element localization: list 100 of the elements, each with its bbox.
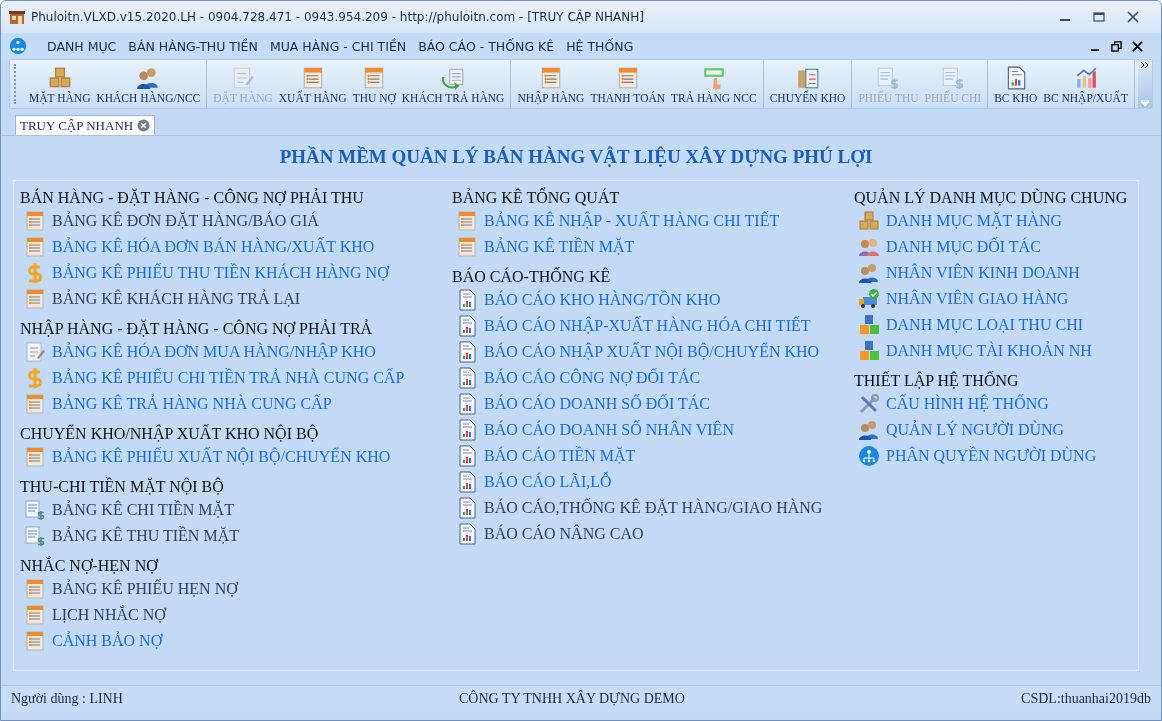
boxes-icon <box>858 210 880 232</box>
maximize-icon[interactable] <box>1093 11 1105 23</box>
quick-link[interactable]: BẢNG KÊ NHẬP - XUẤT HÀNG CHI TIẾT <box>450 210 852 232</box>
users-icon <box>858 262 880 284</box>
report-chart-icon <box>456 471 478 493</box>
form-icon <box>24 236 46 258</box>
quick-link[interactable]: BẢNG KÊ TRẢ HÀNG NHÀ CUNG CẤP <box>18 393 450 415</box>
report-chart-icon <box>456 393 478 415</box>
section-title: BÁN HÀNG - ĐẶT HÀNG - CÔNG NỢ PHẢI THU <box>19 187 365 207</box>
section-title: NHẬP HÀNG - ĐẶT HÀNG - CÔNG NỢ PHẢI TRẢ <box>19 318 374 338</box>
toolbar-button[interactable]: THU NỢ <box>349 60 399 108</box>
blocks-icon <box>858 314 880 336</box>
form-edit-icon <box>231 66 256 90</box>
menu-item[interactable]: BÁO CÁO - THỐNG KÊ <box>412 38 561 54</box>
quick-link[interactable]: BẢNG KÊ CHI TIỀN MẶT <box>18 499 450 521</box>
report-chart-icon <box>456 445 478 467</box>
quick-link[interactable]: BÁO CÁO LÃI,LỖ <box>450 471 852 493</box>
report-chart-icon <box>456 419 478 441</box>
report-chart-icon <box>456 289 478 311</box>
quick-link[interactable]: NHÂN VIÊN GIAO HÀNG <box>852 288 1134 310</box>
quick-link[interactable]: LỊCH NHẮC NỢ <box>18 604 450 626</box>
section-title: BẢNG KÊ TỔNG QUÁT <box>451 187 621 207</box>
quick-link[interactable]: BÁO CÁO DOANH SỐ NHÂN VIÊN <box>450 419 852 441</box>
report-chart-icon <box>456 315 478 337</box>
company-name: CÔNG TY TNHH XÂY DỰNG DEMO <box>459 691 685 707</box>
boxes-icon <box>47 66 72 90</box>
toolbar-button[interactable]: KHÁCH TRẢ HÀNG <box>398 60 508 108</box>
form-icon <box>24 578 46 600</box>
toolbar-button[interactable]: XUẤT HÀNG <box>275 60 350 108</box>
quick-link[interactable]: BÁO CÁO,THỐNG KÊ ĐẶT HÀNG/GIAO HÀNG <box>450 497 852 519</box>
form-icon <box>24 393 46 415</box>
menu-item[interactable]: DANH MỤC <box>41 38 123 54</box>
quick-link[interactable]: BÁO CÁO NHẬP XUẤT NỘI BỘ/CHUYỂN KHO <box>450 341 852 363</box>
database-label: CSDL:thuanhai2019db <box>1021 691 1151 707</box>
user-label: Người dùng : LINH <box>11 691 123 707</box>
restore-icon[interactable] <box>1111 40 1122 52</box>
close-icon[interactable] <box>1132 40 1143 52</box>
quick-link[interactable]: BẢNG KÊ THU TIỀN MẶT <box>18 525 450 547</box>
toolbar-button[interactable]: BC NHẬP/XUẤT <box>1040 60 1131 108</box>
chevron-icon <box>1141 62 1149 68</box>
quick-link[interactable]: BẢNG KÊ HÓA ĐƠN MUA HÀNG/NHẬP KHO <box>18 341 450 363</box>
form-icon <box>24 288 46 310</box>
quick-link[interactable]: DANH MỤC TÀI KHOẢN NH <box>852 340 1134 362</box>
quick-link[interactable]: BẢNG KÊ KHÁCH HÀNG TRẢ LẠI <box>18 288 450 310</box>
quick-link[interactable]: DANH MỤC ĐỐI TÁC <box>852 236 1134 258</box>
tab[interactable]: TRUY CẬP NHANH <box>15 115 156 135</box>
section-title: CHUYỂN KHO/NHẬP XUẤT KHO NỘI BỘ <box>19 423 320 443</box>
quick-link[interactable]: BẢNG KÊ TIỀN MẶT <box>450 236 852 258</box>
quick-link[interactable]: BẢNG KÊ PHIẾU THU TIỀN KHÁCH HÀNG NỢ <box>18 262 450 284</box>
quick-link[interactable]: BÁO CÁO DOANH SỐ ĐỐI TÁC <box>450 393 852 415</box>
quick-link[interactable]: BẢNG KÊ ĐƠN ĐẶT HÀNG/BÁO GIÁ <box>18 210 450 232</box>
menu-item[interactable]: BÁN HÀNG-THU TIỀN <box>122 38 264 54</box>
menu-item[interactable]: HỆ THỐNG <box>560 38 640 54</box>
quick-link[interactable]: BẢNG KÊ PHIẾU HẸN NỢ <box>18 578 450 600</box>
quick-link[interactable]: BẢNG KÊ HÓA ĐƠN BÁN HÀNG/XUẤT KHO <box>18 236 450 258</box>
form-icon <box>456 210 478 232</box>
form-icon <box>24 210 46 232</box>
quick-link[interactable]: DANH MỤC MẶT HÀNG <box>852 210 1134 232</box>
quick-link[interactable]: BÁO CÁO CÔNG NỢ ĐỐI TÁC <box>450 367 852 389</box>
section-title: BÁO CÁO-THỐNG KÊ <box>451 266 612 286</box>
form-icon <box>24 630 46 652</box>
receipt-dollar-icon <box>940 66 965 90</box>
tab-label[interactable]: TRUY CẬP NHANH <box>20 117 134 134</box>
quick-link[interactable]: BẢNG KÊ PHIẾU XUẤT NỘI BỘ/CHUYỂN KHO <box>18 446 450 468</box>
quick-link[interactable]: PHÂN QUYỀN NGƯỜI DÙNG <box>852 445 1134 467</box>
form-icon <box>456 236 478 258</box>
toolbar-button[interactable]: NHẬP HÀNG <box>514 60 588 108</box>
report-chart-icon <box>456 367 478 389</box>
truck-check-icon <box>858 288 880 310</box>
quick-link[interactable]: BÁO CÁO TIỀN MẶT <box>450 445 852 467</box>
app-menu-icon[interactable] <box>9 37 27 55</box>
toolbar-button[interactable]: BC KHO <box>991 60 1041 108</box>
receipt-dollar-icon <box>24 525 46 547</box>
toolbar-button[interactable]: MẶT HÀNG <box>26 60 94 108</box>
quick-link[interactable]: DANH MỤC LOẠI THU CHI <box>852 314 1134 336</box>
toolbar-button[interactable]: THANH TOÁN <box>587 60 669 108</box>
tools-icon <box>858 393 880 415</box>
quick-link[interactable]: BẢNG KÊ PHIẾU CHI TIỀN TRẢ NHÀ CUNG CẤP <box>18 367 450 389</box>
quick-link[interactable]: BÁO CÁO KHO HÀNG/TỒN KHO <box>450 289 852 311</box>
quick-link[interactable]: BÁO CÁO NHẬP-XUẤT HÀNG HÓA CHI TIẾT <box>450 315 852 337</box>
quick-link[interactable]: BÁO CÁO NÂNG CAO <box>450 523 852 545</box>
close-icon[interactable] <box>1127 11 1139 23</box>
quick-link[interactable]: CẢNH BẢO NỢ <box>18 630 450 652</box>
page-heading: PHẦN MỀM QUẢN LÝ BÁN HÀNG VẬT LIỆU XÂY DỰNG PHÚ LỢI <box>278 146 874 168</box>
receipt-dollar-icon <box>24 499 46 521</box>
report-chart-icon <box>456 523 478 545</box>
report-chart-icon <box>456 341 478 363</box>
report-chart-icon <box>456 497 478 519</box>
section-title: QUẢN LÝ DANH MỤC DÙNG CHUNG <box>853 187 1129 207</box>
quick-link[interactable]: QUẢN LÝ NGƯỜI DÙNG <box>852 419 1134 441</box>
toolbar-button[interactable]: TRẢ HÀNG NCC <box>668 60 760 108</box>
quick-link[interactable]: NHÂN VIÊN KINH DOANH <box>852 262 1134 284</box>
toolbar-button[interactable]: KHÁCH HÀNG/NCC <box>93 60 204 108</box>
toolbar-button[interactable]: CHUYỂN KHO <box>766 60 849 108</box>
form-icon <box>24 604 46 626</box>
quick-link[interactable]: CẤU HÌNH HỆ THỐNG <box>852 393 1134 415</box>
window-title: Phuloitn.VLXD.v15.2020.LH - 0904.728.471 - 0943.954.209 - http://phuloitn.com - [TRUY CẬP NHANH] <box>31 10 645 24</box>
menu-item[interactable]: MUA HÀNG - CHI TIỀN <box>263 38 413 54</box>
form-icon <box>24 446 46 468</box>
clipboard-icon <box>795 66 820 90</box>
